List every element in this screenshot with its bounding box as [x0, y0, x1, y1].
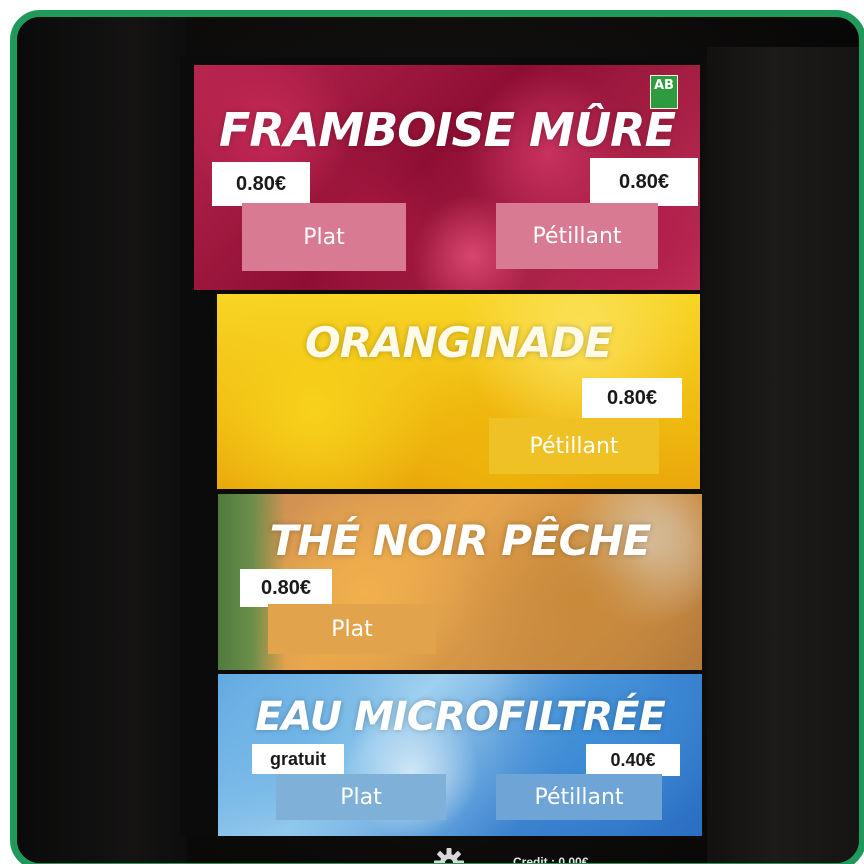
petillant-button[interactable]: Pétillant — [496, 203, 658, 269]
device-frame: FRAMBOISE MÛRE AB 0.80€ Plat 0.80€ Pétil… — [10, 10, 864, 864]
product-title: FRAMBOISE MÛRE — [218, 103, 676, 157]
product-panel-framboise-mure: FRAMBOISE MÛRE AB 0.80€ Plat 0.80€ Pétil… — [194, 65, 700, 290]
price-label-plat: gratuit — [252, 744, 344, 774]
vending-screen: FRAMBOISE MÛRE AB 0.80€ Plat 0.80€ Pétil… — [180, 57, 702, 863]
price-label-petillant: 0.80€ — [582, 378, 682, 418]
petillant-button[interactable]: Pétillant — [489, 418, 659, 474]
product-panel-the-noir-peche: THÉ NOIR PÊCHE 0.80€ Plat — [218, 494, 702, 670]
price-label-petillant: 0.40€ — [586, 744, 680, 776]
product-panel-eau-microfiltree: EAU MICROFILTRÉE gratuit Plat 0.40€ Péti… — [218, 674, 702, 836]
product-panel-oranginade: ORANGINADE 0.80€ Pétillant — [217, 294, 700, 489]
petillant-button[interactable]: Pétillant — [496, 774, 662, 820]
price-label-plat: 0.80€ — [212, 162, 310, 206]
credit-readout: Credit : 0.00€ — [513, 855, 589, 864]
device-bezel-left — [17, 17, 187, 863]
plat-button[interactable]: Plat — [276, 774, 446, 820]
status-bar: Credit : 0.00€ — [180, 839, 702, 864]
gear-icon[interactable] — [433, 847, 465, 864]
product-title: ORANGINADE — [304, 318, 613, 367]
plat-button[interactable]: Plat — [242, 203, 406, 271]
organic-ab-logo-icon: AB — [650, 75, 678, 109]
product-title: EAU MICROFILTRÉE — [255, 694, 666, 740]
product-title: THÉ NOIR PÊCHE — [269, 516, 652, 565]
price-label-plat: 0.80€ — [240, 569, 332, 607]
plat-button[interactable]: Plat — [268, 604, 436, 654]
price-label-petillant: 0.80€ — [590, 158, 698, 206]
device-bezel-right — [707, 47, 859, 863]
